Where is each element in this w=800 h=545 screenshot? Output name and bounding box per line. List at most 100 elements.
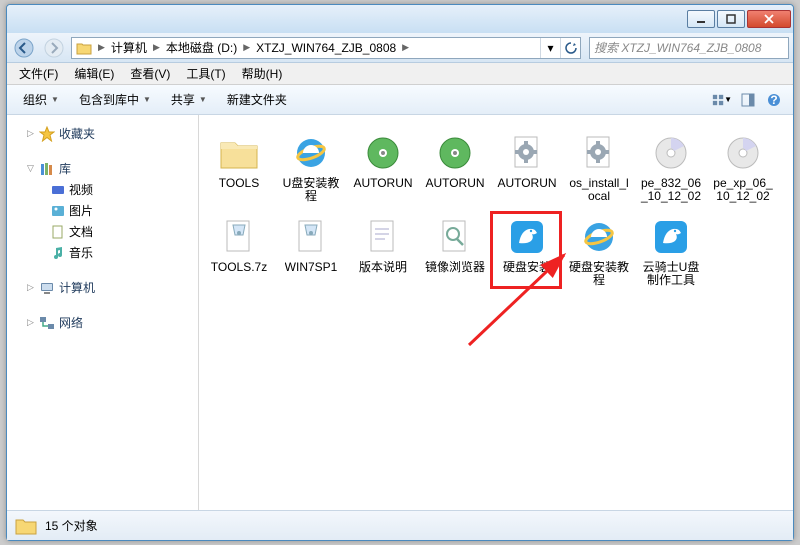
file-label: U盘安装教程 <box>278 177 344 203</box>
organize-button[interactable]: 组织▼ <box>15 89 67 110</box>
include-library-button[interactable]: 包含到库中▼ <box>71 89 159 110</box>
menu-edit[interactable]: 编辑(E) <box>66 63 122 84</box>
file-view[interactable]: TOOLS U盘安装教程 AUTORUN AUTORUN AUTORUN os_insta… <box>199 115 793 510</box>
file-item[interactable]: TOOLS <box>204 129 274 205</box>
menu-help[interactable]: 帮助(H) <box>234 63 291 84</box>
minimize-button[interactable] <box>687 10 715 28</box>
gear-icon <box>503 131 551 175</box>
file-label: 版本说明 <box>359 261 407 274</box>
file-item[interactable]: AUTORUN <box>348 129 418 205</box>
refresh-button[interactable] <box>560 38 580 58</box>
file-item[interactable]: 版本说明 <box>348 213 418 289</box>
folder-icon <box>215 131 263 175</box>
file-item[interactable]: pe_832_06_10_12_02 <box>636 129 706 205</box>
address-tools: ▾ <box>540 38 580 58</box>
file-item[interactable]: WIN7SP1 <box>276 213 346 289</box>
file-label: AUTORUN <box>497 177 556 190</box>
new-folder-button[interactable]: 新建文件夹 <box>219 89 295 110</box>
file-label: WIN7SP1 <box>285 261 338 274</box>
star-icon <box>39 126 55 142</box>
menu-tools[interactable]: 工具(T) <box>178 63 233 84</box>
file-item[interactable]: 硬盘安装 <box>492 213 562 289</box>
file-label: pe_xp_06_10_12_02 <box>710 177 776 203</box>
menu-bar: 文件(F) 编辑(E) 查看(V) 工具(T) 帮助(H) <box>7 63 793 85</box>
nav-bar: ▶ 计算机 ▶ 本地磁盘 (D:) ▶ XTZJ_WIN764_ZJB_0808… <box>7 33 793 63</box>
address-dropdown[interactable]: ▾ <box>540 38 560 58</box>
file-item[interactable]: U盘安装教程 <box>276 129 346 205</box>
file-item[interactable]: TOOLS.7z <box>204 213 274 289</box>
file-label: AUTORUN <box>425 177 484 190</box>
file-item[interactable]: AUTORUN <box>420 129 490 205</box>
share-button[interactable]: 共享▼ <box>163 89 215 110</box>
ie-icon <box>287 131 335 175</box>
text-icon <box>359 215 407 259</box>
file-label: TOOLS <box>219 177 259 190</box>
file-label: 云骑士U盘制作工具 <box>638 261 704 287</box>
computer-icon <box>39 280 55 296</box>
crumb-computer[interactable]: 计算机 <box>107 38 151 58</box>
menu-view[interactable]: 查看(V) <box>122 63 178 84</box>
file-label: 硬盘安装 <box>503 261 551 274</box>
back-button[interactable] <box>11 36 37 60</box>
status-bar: 15 个对象 <box>7 510 793 540</box>
disc-icon <box>647 131 695 175</box>
titlebar <box>7 5 793 33</box>
knight-blue-icon <box>647 215 695 259</box>
file-label: AUTORUN <box>353 177 412 190</box>
maximize-button[interactable] <box>717 10 745 28</box>
archive-icon <box>215 215 263 259</box>
sidebar-computer[interactable]: ▷ 计算机 <box>7 277 198 298</box>
sidebar-documents[interactable]: 文档 <box>7 221 198 242</box>
sidebar-network[interactable]: ▷ 网络 <box>7 312 198 333</box>
ie-icon <box>575 215 623 259</box>
picture-icon <box>51 204 65 218</box>
crumb-drive[interactable]: 本地磁盘 (D:) <box>162 38 241 58</box>
library-icon <box>39 161 55 177</box>
sidebar-pictures[interactable]: 图片 <box>7 200 198 221</box>
file-label: os_install_local <box>566 177 632 203</box>
address-bar[interactable]: ▶ 计算机 ▶ 本地磁盘 (D:) ▶ XTZJ_WIN764_ZJB_0808… <box>71 37 581 59</box>
archive-icon <box>287 215 335 259</box>
file-label: TOOLS.7z <box>211 261 267 274</box>
toolbar: 组织▼ 包含到库中▼ 共享▼ 新建文件夹 ▼ ? <box>7 85 793 115</box>
folder-icon <box>15 516 37 536</box>
search-input[interactable]: 搜索 XTZJ_WIN764_ZJB_0808 <box>589 37 789 59</box>
sidebar-favorites[interactable]: ▷ 收藏夹 <box>7 123 198 144</box>
close-button[interactable] <box>747 10 791 28</box>
sidebar-library[interactable]: ▽ 库 <box>7 158 198 179</box>
explorer-window: ▶ 计算机 ▶ 本地磁盘 (D:) ▶ XTZJ_WIN764_ZJB_0808… <box>6 4 794 541</box>
file-item[interactable]: 云骑士U盘制作工具 <box>636 213 706 289</box>
forward-button[interactable] <box>41 36 67 60</box>
disc-green-icon <box>359 131 407 175</box>
gear-icon <box>575 131 623 175</box>
file-label: 镜像浏览器 <box>425 261 485 274</box>
disc-icon <box>719 131 767 175</box>
disc-green-icon <box>431 131 479 175</box>
file-item[interactable]: AUTORUN <box>492 129 562 205</box>
file-item[interactable]: os_install_local <box>564 129 634 205</box>
folder-icon <box>76 41 92 55</box>
menu-file[interactable]: 文件(F) <box>11 63 66 84</box>
magnify-icon <box>431 215 479 259</box>
body: ▷ 收藏夹 ▽ 库 视频 图片 文档 音乐 ▷ <box>7 115 793 510</box>
view-options-button[interactable]: ▼ <box>711 89 733 111</box>
document-icon <box>51 225 65 239</box>
video-icon <box>51 183 65 197</box>
sidebar-music[interactable]: 音乐 <box>7 242 198 263</box>
sidebar-videos[interactable]: 视频 <box>7 179 198 200</box>
sidebar: ▷ 收藏夹 ▽ 库 视频 图片 文档 音乐 ▷ <box>7 115 199 510</box>
file-item[interactable]: 硬盘安装教程 <box>564 213 634 289</box>
help-button[interactable]: ? <box>763 89 785 111</box>
breadcrumb: ▶ 计算机 ▶ 本地磁盘 (D:) ▶ XTZJ_WIN764_ZJB_0808… <box>96 38 411 58</box>
network-icon <box>39 315 55 331</box>
crumb-folder[interactable]: XTZJ_WIN764_ZJB_0808 <box>252 38 400 58</box>
status-text: 15 个对象 <box>45 517 98 534</box>
preview-pane-button[interactable] <box>737 89 759 111</box>
file-item[interactable]: 镜像浏览器 <box>420 213 490 289</box>
knight-blue-icon <box>503 215 551 259</box>
music-icon <box>51 246 65 260</box>
svg-text:?: ? <box>770 93 777 107</box>
file-item[interactable]: pe_xp_06_10_12_02 <box>708 129 778 205</box>
file-label: pe_832_06_10_12_02 <box>638 177 704 203</box>
file-label: 硬盘安装教程 <box>566 261 632 287</box>
